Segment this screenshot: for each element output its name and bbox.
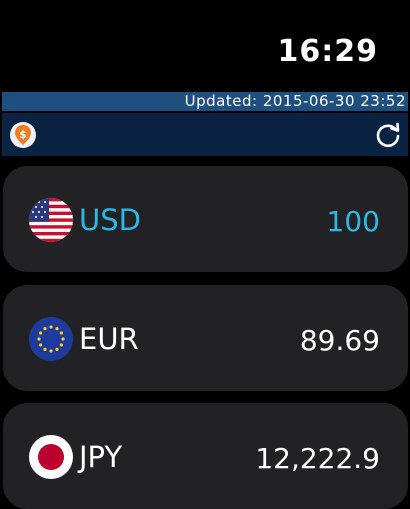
currency-amount[interactable]: 12,222.9	[255, 439, 380, 479]
jp-flag-icon	[29, 435, 73, 479]
dollar-pin-icon[interactable]: $	[9, 121, 37, 149]
currency-code: USD	[79, 203, 141, 237]
currency-row-eur[interactable]: EUR 89.69	[3, 285, 408, 391]
currency-code: JPY	[79, 440, 123, 474]
status-clock: 16:29	[277, 34, 378, 69]
updated-timestamp: Updated: 2015-06-30 23:52	[184, 92, 406, 110]
us-flag-icon	[29, 198, 73, 242]
currency-amount[interactable]: 89.69	[300, 321, 380, 361]
currency-code: EUR	[79, 322, 139, 356]
refresh-icon[interactable]	[374, 121, 402, 149]
eu-flag-icon	[29, 317, 73, 361]
toolbar: $	[2, 113, 408, 156]
currency-amount[interactable]: 100	[327, 202, 380, 242]
currency-row-usd[interactable]: USD 100	[3, 166, 408, 272]
svg-text:$: $	[19, 128, 27, 141]
updated-banner: Updated: 2015-06-30 23:52	[2, 92, 408, 111]
currency-row-jpy[interactable]: JPY 12,222.9	[3, 403, 408, 509]
